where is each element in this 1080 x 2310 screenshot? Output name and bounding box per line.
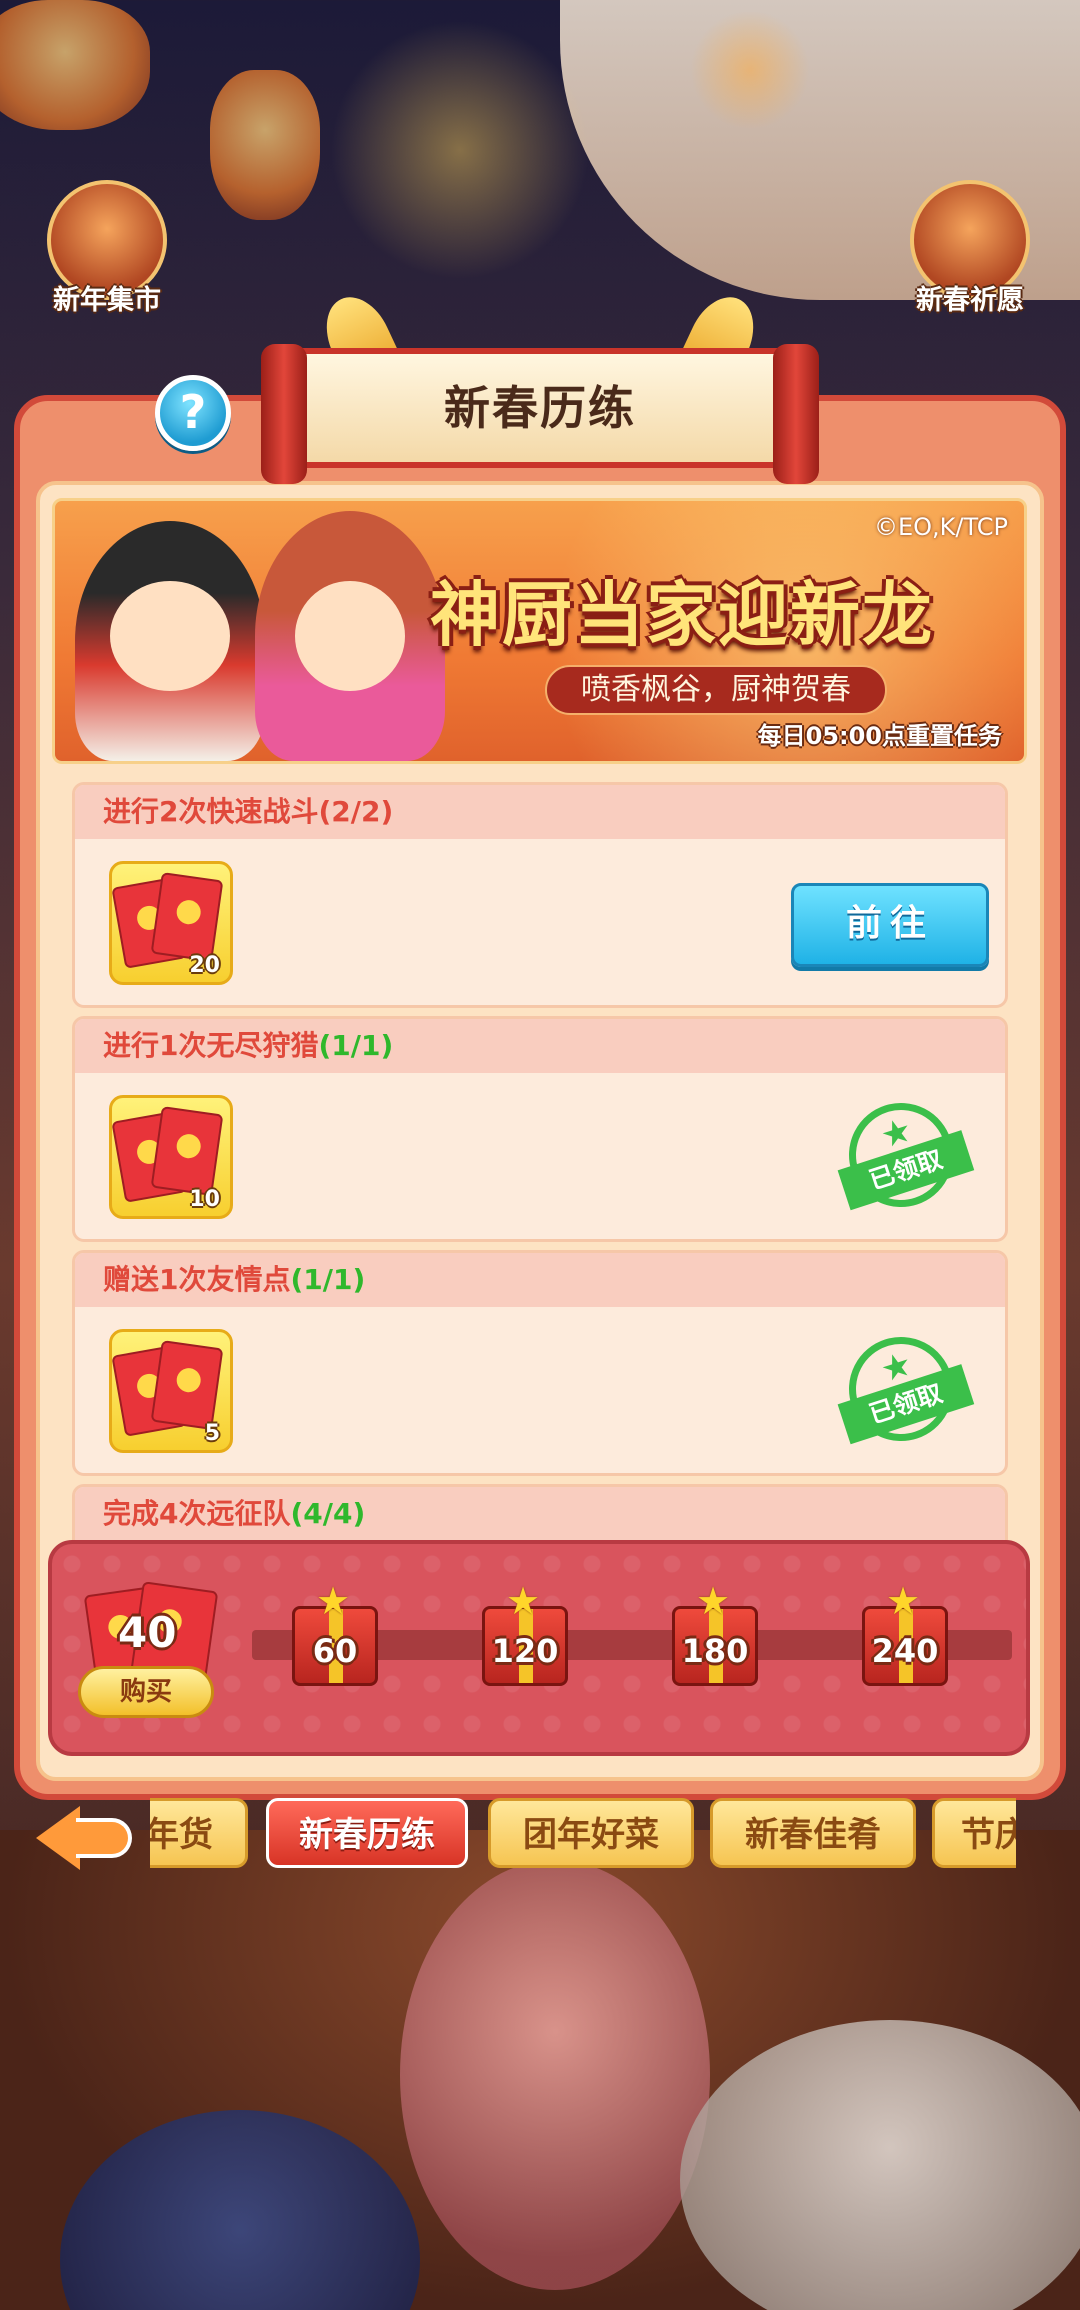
panel-title: 新春历练 [444, 381, 636, 435]
go-button[interactable]: 前往 [791, 883, 989, 967]
task-name: 赠送1次友情点 [103, 1263, 291, 1296]
milestone-value: 60 [312, 1632, 358, 1670]
milestone-reward[interactable]: ★ 240 [850, 1582, 960, 1702]
background-firework [690, 10, 810, 130]
background-firework [330, 20, 590, 280]
task-name: 进行2次快速战斗 [103, 795, 319, 828]
task-item: 赠送1次友情点(1/1) 5 ★ 已领取 [72, 1250, 1008, 1476]
milestone-value: 180 [681, 1632, 749, 1670]
tab-spring-training[interactable]: 新春历练 [266, 1798, 468, 1868]
reward-count: 20 [189, 953, 220, 978]
task-progress: (4/4) [290, 1497, 366, 1530]
reward-count: 10 [189, 1187, 220, 1212]
panel-title-scroll: 新春历练 [261, 344, 819, 484]
buy-button[interactable]: 购买 [78, 1666, 214, 1718]
spring-wish-label: 新春祈愿 [916, 285, 1024, 316]
new-year-market-button[interactable]: 新年集市 [32, 180, 182, 317]
back-button[interactable] [30, 1792, 140, 1882]
task-header: 进行1次无尽狩猎(1/1) [75, 1019, 1005, 1073]
red-envelope-icon[interactable]: 5 [109, 1329, 233, 1453]
banner-title: 神厨当家迎新龙 [430, 574, 934, 656]
red-envelope-icon[interactable]: 20 [109, 861, 233, 985]
points-progress-panel: 40 购买 ★ 60 ★ 120 ★ 180 ★ 240 [48, 1540, 1030, 1756]
tab-new-year-goods[interactable]: 年货 [150, 1798, 248, 1868]
task-list[interactable]: 进行2次快速战斗(2/2) 20 前往 进行1次无尽狩猎(1/1) 10 ★ 已… [72, 782, 1008, 1542]
background-lantern [210, 70, 320, 220]
task-progress: (2/2) [318, 795, 394, 828]
tab-festival[interactable]: 节庆 [932, 1798, 1016, 1868]
task-progress: (1/1) [290, 1263, 366, 1296]
chef-boy-illustration [75, 521, 265, 761]
task-header: 完成4次远征队(4/4) [75, 1487, 1005, 1541]
help-button[interactable]: ? [155, 375, 231, 451]
back-arrow-icon [36, 1806, 80, 1870]
task-header: 赠送1次友情点(1/1) [75, 1253, 1005, 1307]
daily-reset-note: 每日05:00点重置任务 [757, 722, 1002, 750]
star-icon: ★ [316, 1579, 351, 1623]
category-tabs: 年货 新春历练 团年好菜 新春佳肴 节庆 [150, 1798, 1016, 1872]
reward-count: 5 [204, 1421, 220, 1446]
red-envelope-icon[interactable]: 10 [109, 1095, 233, 1219]
background-creature [400, 1860, 710, 2290]
milestone-value: 120 [491, 1632, 559, 1670]
event-banner: ©EO,K/TCP 神厨当家迎新龙 喷香枫谷，厨神贺春 每日05:00点重置任务 [52, 498, 1027, 764]
milestone-reward[interactable]: ★ 180 [660, 1582, 770, 1702]
star-icon: ★ [696, 1579, 731, 1623]
banner-subtitle: 喷香枫谷，厨神贺春 [545, 665, 887, 715]
task-progress: (1/1) [318, 1029, 394, 1062]
question-icon: ? [179, 385, 207, 439]
claimed-stamp-icon: ★ 已领取 [835, 1323, 975, 1455]
back-arrow-tail [76, 1818, 132, 1858]
task-item: 进行2次快速战斗(2/2) 20 前往 [72, 782, 1008, 1008]
task-name: 进行1次无尽狩猎 [103, 1029, 319, 1062]
claimed-stamp-icon: ★ 已领取 [835, 1089, 975, 1221]
chef-girl-illustration [255, 511, 445, 761]
task-item: 完成4次远征队(4/4) [72, 1484, 1008, 1542]
tab-reunion-dishes[interactable]: 团年好菜 [488, 1798, 694, 1868]
milestone-reward[interactable]: ★ 120 [470, 1582, 580, 1702]
current-points-value: 40 [118, 1608, 177, 1657]
banner-copyright: ©EO,K/TCP [874, 513, 1008, 541]
milestone-reward[interactable]: ★ 60 [280, 1582, 390, 1702]
star-icon: ★ [886, 1579, 921, 1623]
new-year-market-label: 新年集市 [53, 285, 161, 316]
star-icon: ★ [506, 1579, 541, 1623]
milestone-value: 240 [871, 1632, 939, 1670]
tab-spring-delicacies[interactable]: 新春佳肴 [710, 1798, 916, 1868]
task-item: 进行1次无尽狩猎(1/1) 10 ★ 已领取 [72, 1016, 1008, 1242]
task-header: 进行2次快速战斗(2/2) [75, 785, 1005, 839]
background-lantern [0, 0, 150, 130]
spring-wish-button[interactable]: 新春祈愿 [895, 180, 1045, 317]
task-name: 完成4次远征队 [103, 1497, 291, 1530]
